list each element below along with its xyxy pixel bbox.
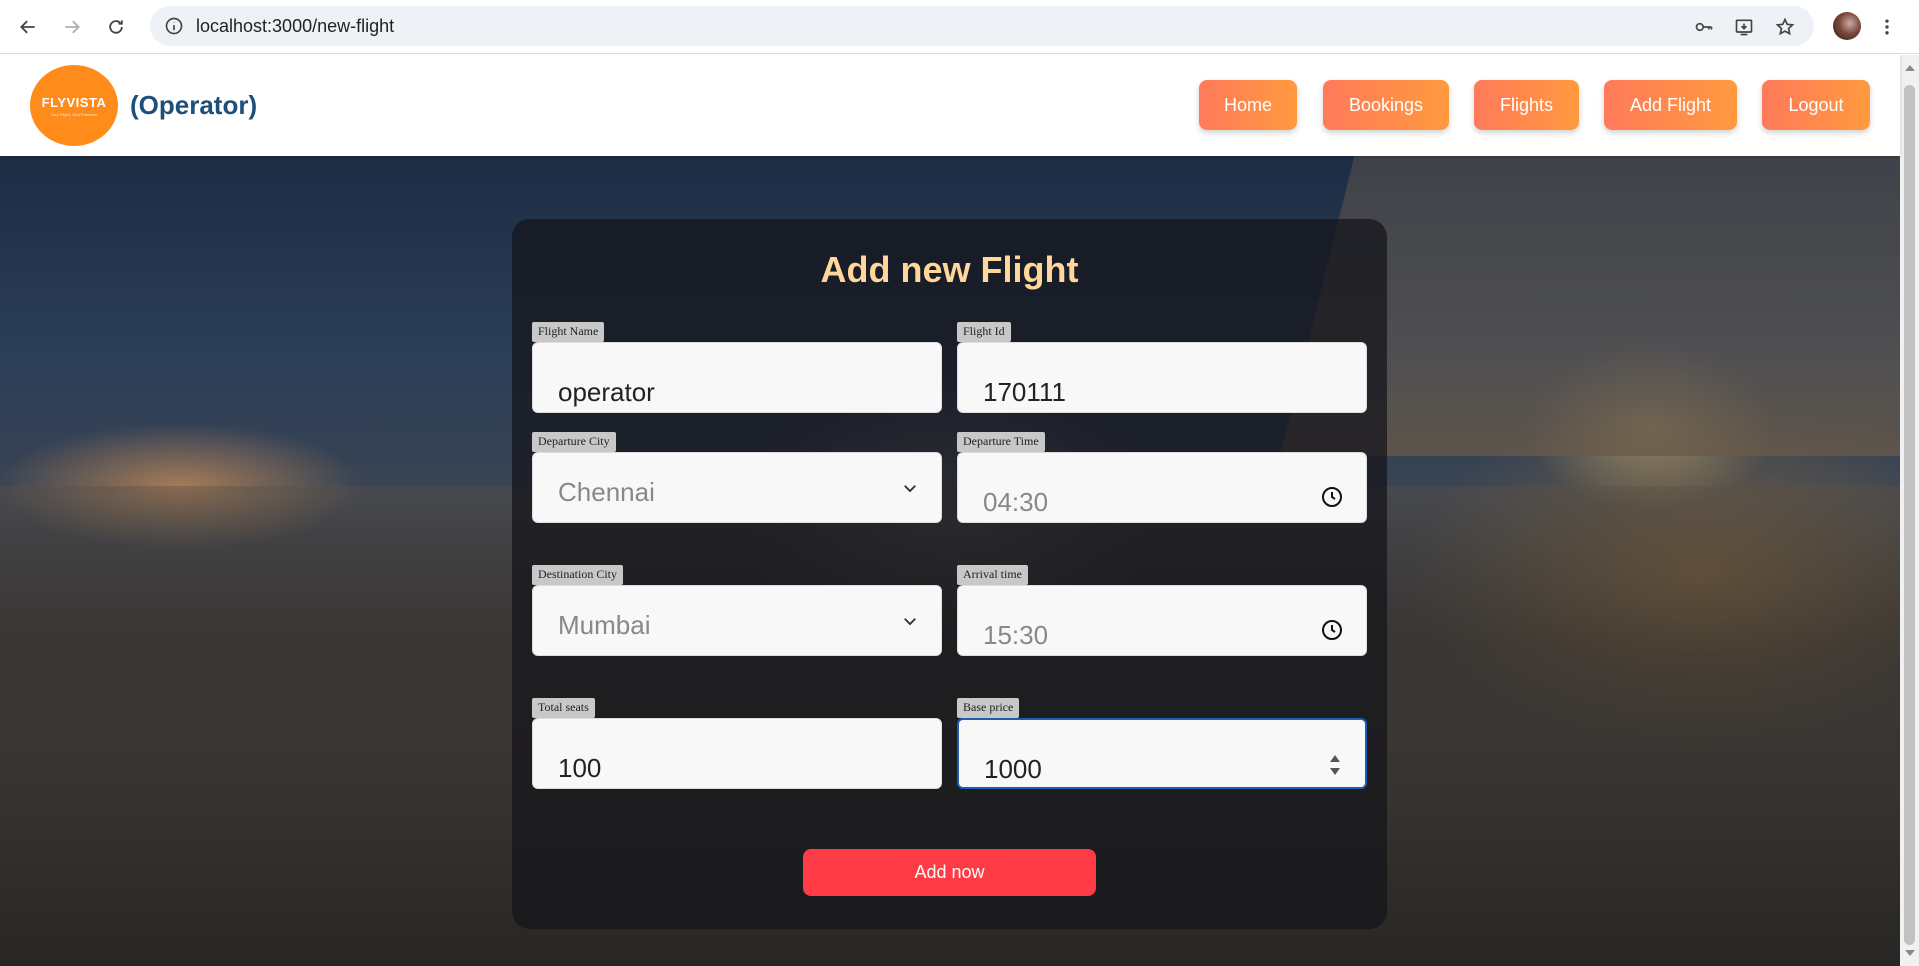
reload-icon[interactable] xyxy=(102,13,130,41)
destination-city-label: Destination City xyxy=(532,565,623,585)
flight-id-input[interactable]: 170111 xyxy=(957,342,1367,413)
scroll-up-icon[interactable] xyxy=(1905,65,1915,71)
forward-icon[interactable] xyxy=(58,13,86,41)
install-app-icon[interactable] xyxy=(1730,13,1758,41)
nav-flights-button[interactable]: Flights xyxy=(1474,80,1579,130)
bookmark-star-icon[interactable] xyxy=(1771,13,1799,41)
departure-city-select[interactable]: Chennai xyxy=(532,452,942,523)
flight-name-label: Flight Name xyxy=(532,322,605,342)
scroll-thumb[interactable] xyxy=(1904,85,1915,945)
password-key-icon[interactable] xyxy=(1690,13,1718,41)
role-label: (Operator) xyxy=(130,90,258,120)
logo-tagline: Your Flight, Your Freedom xyxy=(50,111,98,117)
nav-logout-button[interactable]: Logout xyxy=(1762,80,1870,130)
nav-bookings-button[interactable]: Bookings xyxy=(1323,80,1449,130)
chevron-down-icon xyxy=(904,485,916,493)
browser-toolbar: localhost:3000/new-flight xyxy=(0,0,1919,54)
flight-id-value: 170111 xyxy=(983,377,1066,407)
destination-city-value: Mumbai xyxy=(558,610,651,640)
base-price-label: Base price xyxy=(957,698,1020,718)
logo-text: FLYVISTA xyxy=(41,94,107,110)
total-seats-label: Total seats xyxy=(532,698,595,718)
clock-icon[interactable] xyxy=(1320,485,1344,509)
url-text[interactable]: localhost:3000/new-flight xyxy=(196,16,394,37)
nav-add-flight-button[interactable]: Add Flight xyxy=(1604,80,1737,130)
flight-id-label: Flight Id xyxy=(957,322,1011,342)
departure-city-value: Chennai xyxy=(558,477,655,507)
address-bar[interactable]: localhost:3000/new-flight xyxy=(150,6,1814,46)
back-icon[interactable] xyxy=(14,13,42,41)
number-spinner-icon[interactable] xyxy=(1329,752,1341,778)
menu-dots-icon[interactable] xyxy=(1873,13,1901,41)
clock-icon[interactable] xyxy=(1320,618,1344,642)
arrival-time-label: Arrival time xyxy=(957,565,1028,585)
departure-time-input[interactable]: 04:30 xyxy=(957,452,1367,523)
departure-time-label: Departure Time xyxy=(957,432,1045,452)
arrival-time-input[interactable]: 15:30 xyxy=(957,585,1367,656)
departure-city-label: Departure City xyxy=(532,432,616,452)
add-now-button[interactable]: Add now xyxy=(803,849,1096,896)
profile-avatar[interactable] xyxy=(1833,12,1861,40)
nav-home-button[interactable]: Home xyxy=(1199,80,1297,130)
arrival-time-value: 15:30 xyxy=(983,620,1049,650)
page-scrollbar[interactable] xyxy=(1900,55,1919,966)
flight-name-value: operator xyxy=(558,377,655,407)
chevron-down-icon xyxy=(904,618,916,626)
destination-city-select[interactable]: Mumbai xyxy=(532,585,942,656)
app-header: FLYVISTA Your Flight, Your Freedom (Oper… xyxy=(0,55,1900,156)
total-seats-value: 100 xyxy=(558,753,602,783)
base-price-input[interactable]: 1000 xyxy=(957,718,1367,789)
form-title: Add new Flight xyxy=(820,249,1079,290)
logo[interactable]: FLYVISTA Your Flight, Your Freedom xyxy=(30,65,118,146)
site-info-icon[interactable] xyxy=(164,16,184,36)
departure-time-value: 04:30 xyxy=(983,487,1049,517)
scroll-down-icon[interactable] xyxy=(1905,950,1915,956)
base-price-value: 1000 xyxy=(984,754,1042,784)
total-seats-input[interactable]: 100 xyxy=(532,718,942,789)
add-flight-form: Add new Flight Flight Name operator Flig… xyxy=(512,219,1387,929)
flight-name-input[interactable]: operator xyxy=(532,342,942,413)
